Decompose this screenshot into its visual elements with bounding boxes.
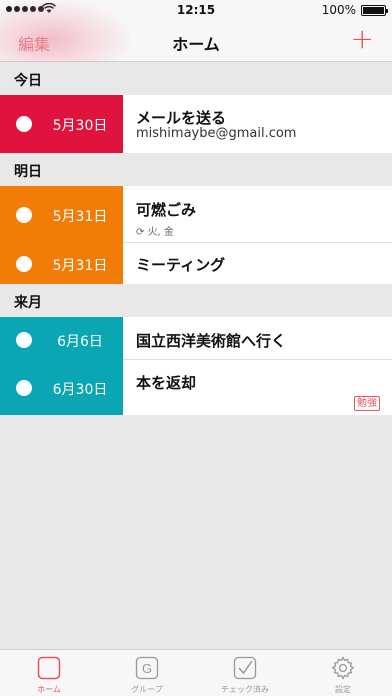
tab-bar: ホーム G グループ チェック済み 設定 bbox=[0, 649, 392, 696]
task-subtitle: mishimaybe@gmail.com bbox=[136, 126, 297, 141]
task-date: 6月30日 bbox=[52, 382, 108, 398]
row-divider bbox=[123, 242, 392, 243]
category-tag: 勉強 bbox=[354, 396, 380, 411]
battery-percentage: 100% bbox=[321, 3, 356, 17]
complete-checkbox[interactable] bbox=[16, 380, 32, 396]
section-header-next-month: 来月 bbox=[0, 284, 392, 317]
add-button[interactable]: + bbox=[351, 24, 374, 54]
group-g-icon: G bbox=[135, 656, 159, 680]
repeat-icon: ⟳ bbox=[136, 227, 148, 238]
tab-label: ホーム bbox=[37, 685, 61, 694]
complete-checkbox[interactable] bbox=[16, 207, 32, 223]
task-repeat: ⟳ 火, 金 bbox=[136, 223, 174, 238]
task-group: 5月31日 可燃ごみ ⟳ 火, 金 5月31日 ミーティング bbox=[0, 186, 392, 284]
task-row[interactable]: 5月30日 メールを送る mishimaybe@gmail.com bbox=[0, 95, 392, 153]
status-bar: 12:15 100% bbox=[0, 0, 392, 20]
task-date: 5月31日 bbox=[52, 209, 108, 225]
row-divider bbox=[123, 359, 392, 360]
svg-text:G: G bbox=[142, 661, 152, 676]
complete-checkbox[interactable] bbox=[16, 116, 32, 132]
tab-label: 設定 bbox=[335, 685, 351, 694]
navigation-bar: 編集 ホーム + bbox=[0, 20, 392, 62]
task-title: ミーティング bbox=[136, 256, 226, 274]
complete-checkbox[interactable] bbox=[16, 332, 32, 348]
tab-label: グループ bbox=[131, 685, 163, 694]
tab-group[interactable]: G グループ bbox=[98, 650, 196, 696]
task-date: 5月31日 bbox=[52, 258, 108, 274]
tab-checked[interactable]: チェック済み bbox=[196, 650, 294, 696]
task-date: 5月30日 bbox=[52, 118, 108, 134]
section-header-today: 今日 bbox=[0, 62, 392, 95]
home-square-icon bbox=[37, 656, 61, 680]
task-title: 国立西洋美術館へ行く bbox=[136, 332, 287, 350]
section-header-tomorrow: 明日 bbox=[0, 153, 392, 186]
gear-icon bbox=[331, 656, 355, 680]
page-title: ホーム bbox=[172, 35, 220, 54]
tab-home[interactable]: ホーム bbox=[0, 650, 98, 696]
task-group: 6月6日 国立西洋美術館へ行く 6月30日 本を返却 勉強 bbox=[0, 317, 392, 415]
repeat-days: 火, 金 bbox=[147, 227, 174, 238]
tab-label: チェック済み bbox=[221, 685, 269, 694]
task-title: メールを送る bbox=[136, 109, 227, 127]
tab-settings[interactable]: 設定 bbox=[294, 650, 392, 696]
task-title: 可燃ごみ bbox=[136, 201, 197, 219]
battery-icon bbox=[361, 5, 388, 16]
task-title: 本を返却 bbox=[136, 374, 197, 392]
checkmark-icon bbox=[233, 656, 257, 680]
complete-checkbox[interactable] bbox=[16, 256, 32, 272]
task-date: 6月6日 bbox=[57, 334, 103, 350]
